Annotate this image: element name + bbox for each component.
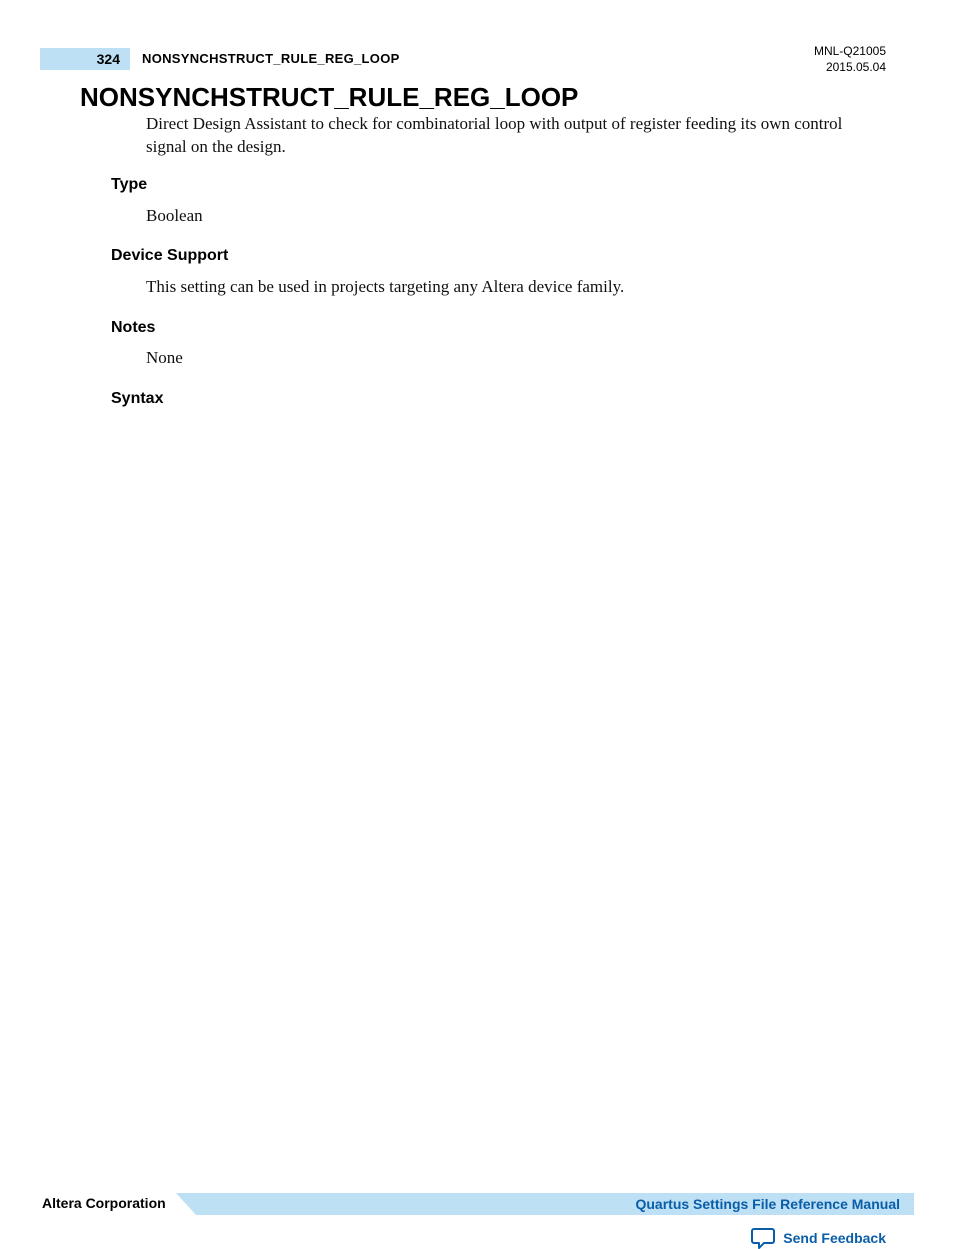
page-number: 324 — [97, 51, 120, 67]
description-text: Direct Design Assistant to check for com… — [146, 113, 884, 159]
device-support-value: This setting can be used in projects tar… — [146, 276, 884, 299]
type-value: Boolean — [146, 205, 884, 228]
doc-id: MNL-Q21005 — [814, 44, 886, 60]
doc-id-block: MNL-Q21005 2015.05.04 — [814, 44, 886, 75]
send-feedback-link[interactable]: Send Feedback — [751, 1227, 886, 1249]
send-feedback-label: Send Feedback — [783, 1230, 886, 1246]
section-label-notes: Notes — [111, 319, 155, 337]
footer-bar: Quartus Settings File Reference Manual — [196, 1193, 914, 1215]
corporation-name: Altera Corporation — [42, 1195, 166, 1211]
page: 324 NONSYNCHSTRUCT_RULE_REG_LOOP MNL-Q21… — [0, 0, 954, 1235]
page-title: NONSYNCHSTRUCT_RULE_REG_LOOP — [80, 82, 578, 113]
section-label-syntax: Syntax — [111, 390, 163, 408]
notes-value: None — [146, 347, 884, 370]
manual-link[interactable]: Quartus Settings File Reference Manual — [635, 1196, 900, 1212]
section-label-device-support: Device Support — [111, 247, 228, 265]
speech-bubble-icon — [751, 1227, 775, 1249]
page-header: 324 NONSYNCHSTRUCT_RULE_REG_LOOP MNL-Q21… — [40, 44, 914, 74]
running-header-title: NONSYNCHSTRUCT_RULE_REG_LOOP — [142, 51, 400, 66]
footer-row: Altera Corporation Quartus Settings File… — [40, 1191, 914, 1215]
section-label-type: Type — [111, 176, 147, 194]
doc-date: 2015.05.04 — [814, 60, 886, 76]
page-number-box: 324 — [40, 48, 130, 70]
